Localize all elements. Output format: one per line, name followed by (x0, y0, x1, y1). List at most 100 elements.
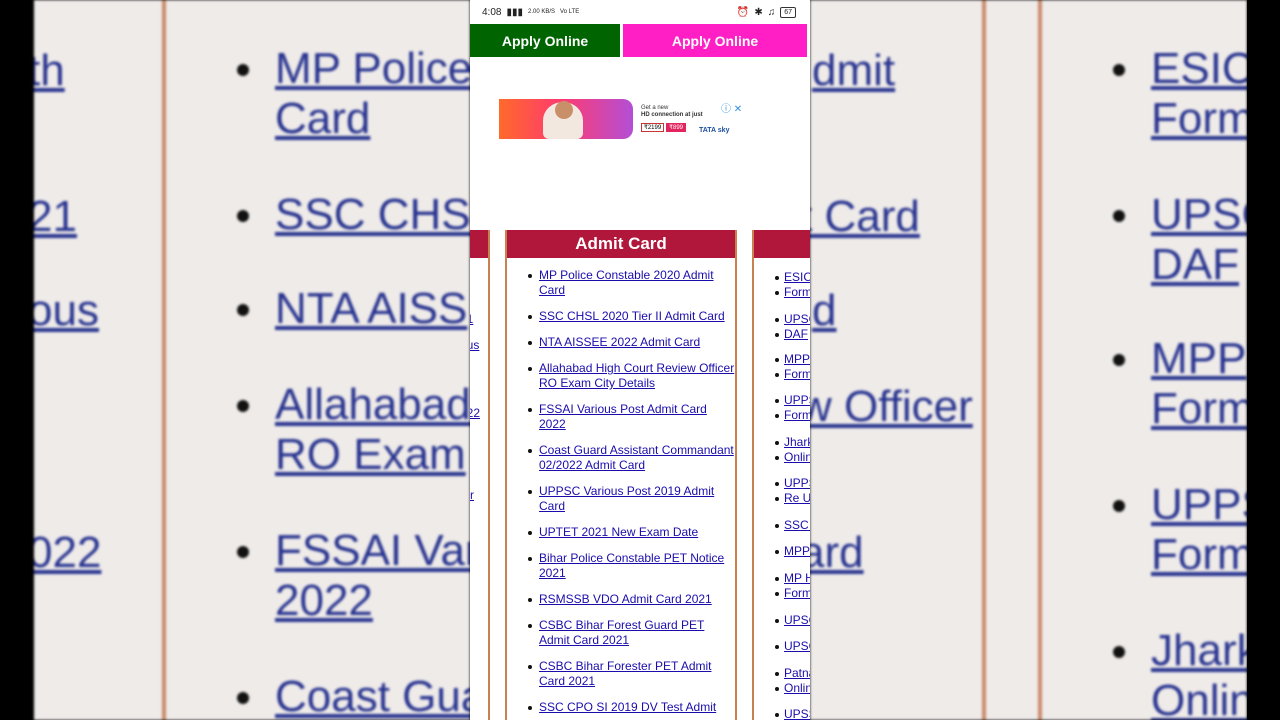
bg-list-item: DAF (1151, 240, 1239, 289)
list-item[interactable]: Jhark (774, 435, 810, 450)
bg-edge-text: w Officer (810, 382, 973, 431)
bg-column-border (1038, 0, 1042, 720)
bg-column-border (982, 0, 986, 720)
list-item-continued[interactable]: DAF (775, 327, 808, 342)
admit-card-list: MP Police Constable 2020 Admit Card SSC … (507, 258, 735, 715)
list-item[interactable]: SSC CPO SI 2019 DV Test Admit (507, 700, 735, 715)
ad-price-new: ₹899 (666, 123, 686, 132)
list-item[interactable]: ESIC (774, 270, 810, 285)
ad-close-icon[interactable]: ⓘ ✕ (721, 100, 742, 115)
bg-list-item: FSSAI Var (237, 526, 470, 576)
left-section-header (470, 230, 488, 258)
bg-list-item: Form (1151, 384, 1247, 433)
list-item[interactable]: ous (470, 338, 479, 353)
list-item[interactable]: CSBC Bihar Forester PET Admit Card 2021 (507, 659, 735, 689)
list-item-continued[interactable]: Onlin (774, 681, 810, 696)
battery-icon: 67 (780, 6, 796, 18)
list-item[interactable]: MPP (774, 544, 810, 559)
bg-list-item: Card (275, 94, 371, 143)
bg-list-item: Jhark (1113, 626, 1247, 676)
bg-list-item: Allahabad (237, 380, 470, 430)
bg-column-border (162, 0, 166, 720)
bluetooth-icon: ✱ (754, 6, 763, 18)
list-item[interactable]: CSBC Bihar Forest Guard PET Admit Card 2… (507, 618, 735, 648)
status-time: 4:08 (482, 6, 502, 18)
list-item-continued[interactable]: Form (775, 285, 810, 300)
bg-edge-text: ard (810, 528, 864, 577)
list-item[interactable]: UPPSC Various Post 2019 Admit Card (507, 484, 735, 514)
list-item[interactable]: UPSC (774, 312, 810, 327)
admit-card-section: Admit Card MP Police Constable 2020 Admi… (505, 230, 737, 720)
apply-online-button-left[interactable]: Apply Online (470, 24, 620, 57)
list-item[interactable]: FSSAI Various Post Admit Card 2022 (507, 402, 735, 432)
list-item[interactable]: SSC C (775, 518, 810, 533)
carrier-label: Vo LTE (560, 9, 580, 15)
ad-brand-logo: TATA sky (699, 127, 730, 134)
list-item[interactable]: UPSS (775, 707, 810, 720)
list-item[interactable]: ter (470, 488, 474, 503)
status-right: ⏰ ✱ ♫ 67 (736, 6, 796, 18)
advertisement-banner[interactable]: Get a new HD connection at just ₹2199 ₹8… (499, 99, 743, 141)
ad-text: Get a new HD connection at just (641, 105, 703, 119)
left-section-partial: th 21 ous 022 t ter (470, 230, 490, 720)
bg-edge-text: th (34, 46, 65, 95)
bg-list-item: Form (1151, 94, 1247, 143)
bg-list-item: UPPS (1113, 480, 1247, 530)
list-item[interactable]: 022 (470, 406, 480, 421)
bg-edge-text: 21 (34, 192, 77, 241)
bg-edge-text: 022 (34, 528, 102, 577)
bg-edge-text: d (812, 286, 837, 335)
blurred-background-left: th 21 ous 022 MP Police Card SSC CHSL NT… (34, 0, 470, 720)
ad-line1: Get a new (641, 105, 669, 111)
right-section-header (754, 230, 810, 258)
list-item-continued[interactable]: Form (775, 367, 810, 382)
bg-list-item: Onlin (1151, 676, 1247, 720)
ad-person-head (555, 101, 573, 119)
signal-icon: ▮▮▮ (506, 6, 523, 18)
bg-list-item: SSC CHSL (237, 190, 470, 240)
list-item[interactable]: UPSC (774, 639, 810, 654)
bg-list-item: RO Exam (275, 430, 466, 479)
blurred-background-right: dmit t Card d w Officer ard ESIC Form UP… (810, 0, 1247, 720)
list-item[interactable]: UPSC (774, 613, 810, 628)
apply-online-button-right[interactable]: Apply Online (623, 24, 807, 57)
ad-price-old: ₹2199 (641, 123, 665, 132)
list-item[interactable]: RSMSSB VDO Admit Card 2021 (507, 592, 735, 607)
bg-edge-text: dmit (812, 46, 896, 95)
list-item[interactable]: Bihar Police Constable PET Notice 2021 (507, 551, 735, 581)
list-item-continued[interactable]: Form (775, 586, 810, 601)
right-section-partial: ESIC Form UPSC DAF MPP Form UPPS Form Jh… (752, 230, 810, 720)
list-item[interactable]: MP H (775, 571, 810, 586)
list-item-continued[interactable]: Form (775, 408, 810, 423)
alarm-icon: ⏰ (736, 6, 750, 18)
bg-list-item: MPP (1113, 334, 1246, 384)
list-item[interactable]: MP Police Constable 2020 Admit Card (507, 268, 735, 298)
list-item-continued[interactable]: Re Up (774, 491, 810, 506)
list-item[interactable]: MPP (774, 352, 810, 367)
bg-list-item: UPSC (1113, 190, 1247, 240)
list-item-continued[interactable]: Onlin (774, 450, 810, 465)
bg-list-item: ESIC (1113, 44, 1247, 94)
bg-list-item: Coast Gua (237, 672, 470, 720)
bg-edge-text: ous (34, 286, 99, 335)
bg-edge-text: t Card (810, 192, 920, 241)
status-bar: 4:08 ▮▮▮ 2.00 KB/S Vo LTE ⏰ ✱ ♫ 67 (470, 0, 810, 24)
phone-screen: 4:08 ▮▮▮ 2.00 KB/S Vo LTE ⏰ ✱ ♫ 67 Apply… (470, 0, 810, 720)
black-bar-right (1247, 0, 1280, 720)
status-left: 4:08 ▮▮▮ 2.00 KB/S Vo LTE (482, 7, 579, 18)
network-speed: 2.00 KB/S (527, 9, 556, 15)
list-item[interactable]: Allahabad High Court Review Officer RO E… (507, 361, 735, 391)
headphones-icon: ♫ (767, 6, 776, 18)
list-item[interactable]: NTA AISSEE 2022 Admit Card (507, 335, 735, 350)
list-item[interactable]: Patna (774, 666, 810, 681)
bg-list-item: 2022 (275, 576, 373, 625)
bg-list-item: Form (1151, 530, 1247, 579)
list-item[interactable]: SSC CHSL 2020 Tier II Admit Card (507, 309, 735, 324)
list-item[interactable]: UPPS (775, 393, 810, 408)
list-item[interactable]: UPTET 2021 New Exam Date (507, 525, 735, 540)
bg-list-item: MP Police (237, 44, 470, 94)
list-item[interactable]: Coast Guard Assistant Commandant 02/2022… (507, 443, 735, 473)
list-item[interactable]: UPPS (775, 476, 810, 491)
ad-line2: HD connection at just (641, 112, 703, 118)
list-item[interactable]: 21 (470, 312, 473, 327)
